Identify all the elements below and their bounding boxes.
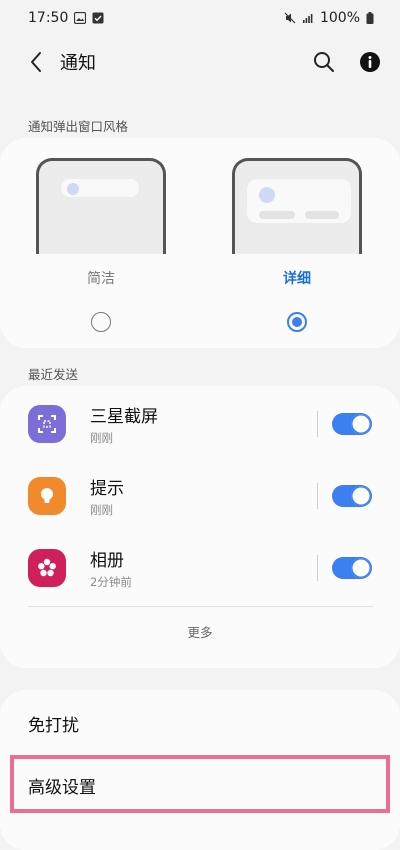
app-header: 通知: [0, 40, 400, 84]
detail-preview-bar: [305, 211, 339, 219]
status-time: 17:50: [28, 10, 69, 26]
brief-preview-dot: [67, 183, 79, 195]
back-button[interactable]: [22, 48, 50, 76]
battery-icon: [366, 12, 374, 24]
more-button[interactable]: 更多: [0, 622, 400, 641]
brief-radio[interactable]: [91, 312, 111, 332]
screenshot-toggle[interactable]: [332, 413, 372, 435]
app-name: 相册: [90, 551, 124, 571]
detail-preview-bar: [259, 211, 295, 219]
search-button[interactable]: [310, 48, 338, 76]
more-divider: [28, 606, 374, 607]
screenshot-icon: [38, 415, 56, 433]
bulb-icon: [41, 488, 53, 503]
tips-toggle[interactable]: [332, 485, 372, 507]
header-actions: [310, 48, 384, 76]
row-divider: [317, 555, 318, 581]
recent-apps-card: 三星截屏 刚刚 提示 刚刚 相册 2分钟前 更多: [0, 386, 400, 668]
app-time: 刚刚: [90, 431, 113, 445]
gallery-toggle[interactable]: [332, 557, 372, 579]
app-row-screenshot[interactable]: 三星截屏 刚刚: [0, 392, 400, 456]
detail-radio[interactable]: [287, 312, 307, 332]
brief-preview-pill: [61, 179, 139, 197]
search-icon: [314, 52, 334, 72]
app-time: 2分钟前: [90, 575, 132, 589]
app-time: 刚刚: [90, 503, 113, 517]
detail-preview-dot: [259, 187, 275, 203]
style-option-brief[interactable]: 简洁: [34, 158, 168, 332]
detail-label: 详细: [283, 271, 311, 287]
popup-style-section-label: 通知弹出窗口风格: [28, 119, 129, 134]
recent-section-label: 最近发送: [28, 367, 79, 382]
screenshot-app-icon: [28, 405, 66, 443]
image-notification-icon: [74, 12, 87, 24]
row-divider: [317, 483, 318, 509]
status-bar: 17:50 100%: [0, 0, 400, 36]
detail-preview-box: [247, 179, 351, 223]
gallery-icon: [38, 558, 56, 577]
popup-style-card: 简洁 详细: [0, 138, 400, 348]
battery-percent: 100%: [319, 10, 360, 26]
do-not-disturb-item[interactable]: 免打扰: [0, 692, 400, 754]
signal-icon: [302, 14, 313, 23]
app-text: 三星截屏 刚刚: [90, 402, 317, 446]
app-text: 相册 2分钟前: [90, 546, 317, 590]
app-row-gallery[interactable]: 相册 2分钟前: [0, 536, 400, 600]
app-text: 提示 刚刚: [90, 474, 317, 518]
info-button[interactable]: [356, 48, 384, 76]
detail-preview: [232, 158, 362, 254]
gallery-app-icon: [28, 549, 66, 587]
mute-icon: [284, 12, 296, 24]
brief-preview: [36, 158, 166, 254]
app-row-tips[interactable]: 提示 刚刚: [0, 464, 400, 528]
check-notification-icon: [92, 12, 104, 24]
advanced-settings-item[interactable]: 高级设置: [0, 754, 400, 816]
status-right: 100%: [284, 10, 374, 26]
back-icon: [31, 52, 41, 72]
tips-app-icon: [28, 477, 66, 515]
app-name: 三星截屏: [90, 407, 158, 427]
status-left: 17:50: [28, 10, 104, 26]
info-icon: [360, 52, 380, 72]
app-name: 提示: [90, 479, 124, 499]
style-option-detail[interactable]: 详细: [230, 158, 364, 332]
brief-label: 简洁: [87, 271, 115, 287]
page-title: 通知: [60, 53, 96, 74]
row-divider: [317, 411, 318, 437]
settings-card: 免打扰 高级设置: [0, 690, 400, 850]
